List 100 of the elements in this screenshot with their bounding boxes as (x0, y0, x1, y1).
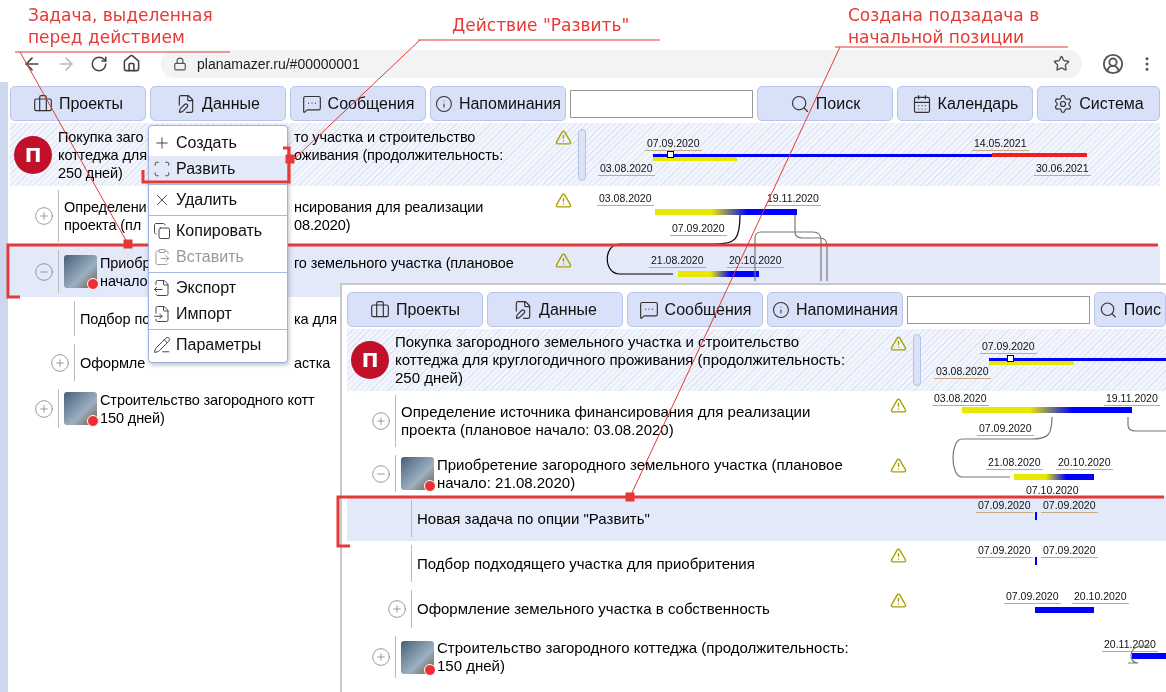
task-title: Определение источника финансирования для реализации проекта (плановое начало: 03.08.2020) (401, 403, 811, 438)
date-label: 07.09.2020 (645, 137, 702, 151)
collapse-icon[interactable] (34, 261, 54, 282)
nav-button[interactable]: Сообщения (627, 292, 763, 327)
task-title: 150 дней) (100, 408, 165, 427)
date-label: 07.09.2020 (976, 499, 1033, 513)
nav-button[interactable]: Поиск (757, 86, 893, 121)
nav-button[interactable]: Поис (1094, 292, 1166, 327)
expand-icon[interactable] (371, 411, 391, 431)
task-title: оживания (продолжительность: (294, 145, 504, 164)
calendar-icon (911, 93, 932, 114)
project-logo: П (351, 341, 389, 379)
task-title: 250 дней) (58, 163, 123, 182)
copy-icon (153, 222, 171, 240)
clipboard-icon (153, 248, 171, 266)
search-icon (789, 93, 810, 114)
speech-bubble-icon (638, 299, 659, 320)
document-arrow-icon (153, 279, 171, 297)
date-label: 20.11.2020 (1102, 638, 1158, 652)
date-label: 19.11.2020 (1104, 392, 1160, 406)
status-dot (424, 480, 436, 492)
briefcase-icon (32, 93, 53, 114)
star-icon[interactable] (1053, 55, 1070, 72)
task-title: Покупка заго (58, 127, 145, 146)
profile-icon[interactable] (1102, 52, 1124, 75)
nav-button[interactable]: Проекты (347, 292, 483, 327)
date-label: 03.08.2020 (597, 192, 654, 206)
plus-icon (153, 134, 171, 152)
date-label: 20.10.2020 (1072, 590, 1129, 604)
nav-button[interactable]: Проекты (10, 86, 146, 121)
status-dot (87, 415, 99, 427)
search-field[interactable] (907, 295, 1090, 324)
annotation-caption: Создана подзадача в начальной позиции (848, 4, 1040, 48)
task-title: коттеджа для (58, 145, 148, 164)
task-title: ка для (294, 309, 337, 328)
task-title: Подбор подходящего участка для приобритения (417, 554, 755, 572)
search-field[interactable] (570, 89, 753, 118)
task-title: Оформле (80, 353, 147, 372)
reload-icon[interactable] (90, 54, 108, 73)
speech-bubble-icon (301, 93, 322, 114)
nav-button[interactable]: Данные (150, 86, 286, 121)
connector-line (1127, 416, 1166, 432)
menu-item[interactable]: Импорт (149, 301, 287, 327)
date-label: 03.08.2020 (598, 162, 655, 176)
nav-button[interactable]: Календарь (897, 86, 1033, 121)
menu-item[interactable]: Параметры (149, 332, 287, 358)
date-label: 07.09.2020 (976, 544, 1033, 558)
expand-icon[interactable] (371, 647, 391, 667)
expand-icon[interactable] (34, 398, 54, 419)
annotation-caption: Действие "Развить" (452, 14, 630, 36)
info-icon (435, 93, 453, 114)
menu-item[interactable]: Копировать (149, 218, 287, 244)
expand-icon[interactable] (387, 599, 407, 619)
milestone-marker (1007, 355, 1014, 362)
date-label: 21.08.2020 (649, 254, 706, 268)
date-label: 07.09.2020 (1041, 544, 1098, 558)
date-label: 03.08.2020 (932, 392, 989, 406)
task-title: 08.2020) (294, 216, 351, 234)
task-title: Определени (64, 198, 148, 216)
task-title: Строительство загородного котт (100, 390, 315, 409)
task-row[interactable]: П Покупка загородного земельного участка и строительство коттеджа для круглогодичного проживания (продолжительность: 250 дней) 07.09.2020 03.08.2020 (347, 329, 1166, 391)
date-label: 21.08.2020 (986, 456, 1043, 470)
date-label: 20.10.2020 (727, 254, 784, 268)
expand-icon[interactable] (34, 206, 54, 226)
nav-button[interactable]: Напоминания (767, 292, 903, 327)
expand-icon[interactable] (50, 352, 70, 373)
task-title: Строительство загородного коттеджа (продолжительность: 150 дней) (437, 639, 849, 674)
address-bar[interactable]: planamazer.ru/#00000001 (161, 49, 1082, 78)
task-title: Оформление земельного участка в собственность (417, 600, 770, 617)
milestone-marker (667, 151, 674, 158)
home-icon[interactable] (122, 54, 141, 73)
nav-button[interactable]: Напоминания (430, 86, 566, 121)
date-label: 14.05.2021 (972, 137, 1029, 151)
info-icon (772, 299, 790, 320)
project-logo: П (14, 135, 52, 174)
task-title: Приобр (100, 253, 152, 272)
scroll-handle[interactable] (578, 128, 586, 181)
date-label: 07.09.2020 (977, 422, 1034, 436)
date-label: 07.09.2020 (670, 222, 727, 236)
search-icon (1099, 299, 1118, 320)
task-title: начало (100, 271, 148, 290)
nav-button[interactable]: Система (1037, 86, 1160, 121)
date-label: 03.08.2020 (934, 365, 991, 379)
menu-item[interactable]: Удалить (149, 187, 287, 213)
task-row[interactable]: Новая задача по опции "Развить" 07.09.2020 07.09.2020 (347, 496, 1166, 541)
task-title: нсирования для реализации (294, 198, 484, 216)
task-title: проекта (пл (64, 216, 143, 234)
collapse-icon[interactable] (371, 463, 391, 484)
date-label: 07.09.2020 (980, 340, 1037, 354)
task-title: Покупка загородного земельного участка и строительство коттеджа для круглогодичного проживания (продолжительность: 250 дней) (395, 333, 846, 386)
menu-item[interactable]: Создать (149, 130, 287, 156)
pencil-icon (153, 336, 171, 354)
gantt-bar (1132, 653, 1166, 659)
date-label: 30.06.2021 (1034, 162, 1091, 176)
nav-button[interactable]: Сообщения (290, 86, 426, 121)
menu-item[interactable]: Развить (149, 156, 287, 182)
nav-button[interactable]: Данные (487, 292, 623, 327)
gantt-bar (1035, 607, 1094, 613)
scroll-handle[interactable] (913, 334, 921, 386)
date-label: 07.09.2020 (1041, 499, 1098, 513)
